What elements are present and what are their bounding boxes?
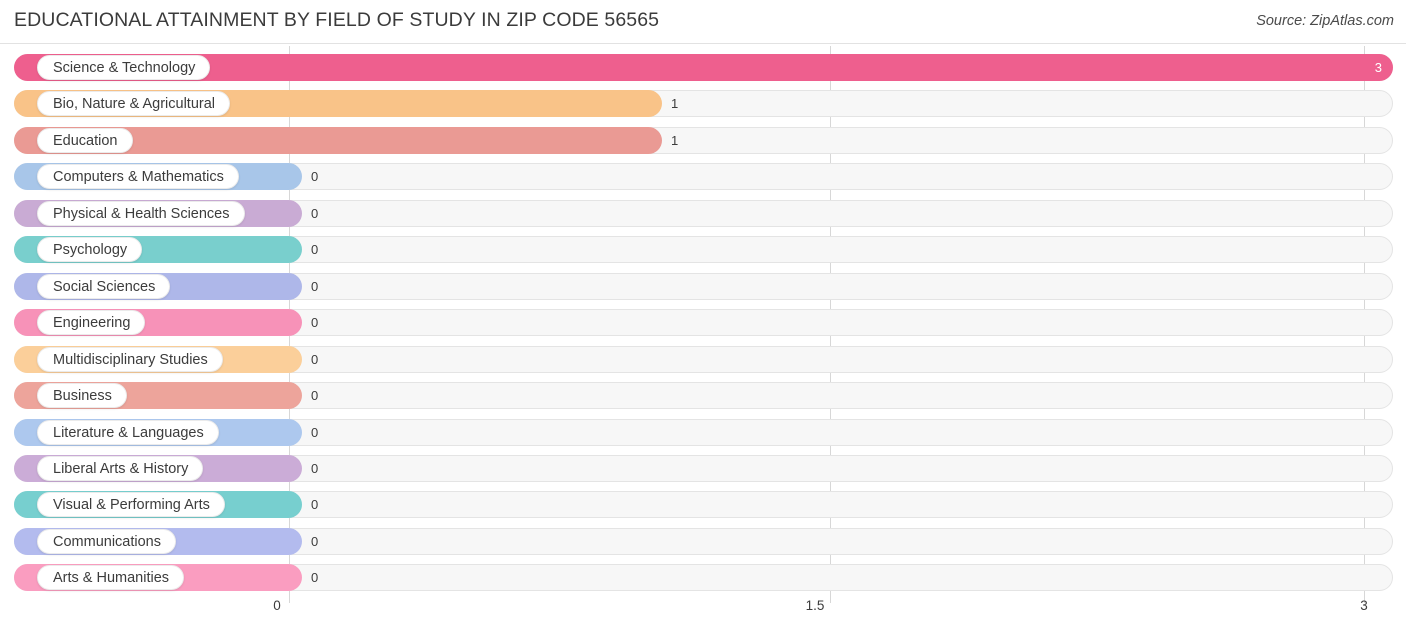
chart-header: EDUCATIONAL ATTAINMENT BY FIELD OF STUDY… [0,0,1406,44]
category-label[interactable]: Multidisciplinary Studies [37,346,223,372]
x-tick-label-0: 0 [273,598,281,613]
category-label[interactable]: Physical & Health Sciences [37,200,245,226]
category-label[interactable]: Computers & Mathematics [37,164,239,190]
table-row[interactable]: 0 Multidisciplinary Studies [14,345,1393,373]
category-label[interactable]: Communications [37,528,176,554]
x-axis: 0 1.5 3 [0,598,1406,631]
category-label[interactable]: Literature & Languages [37,419,219,445]
category-label[interactable]: Liberal Arts & History [37,455,204,481]
bar[interactable] [14,54,1393,81]
table-row[interactable]: 0 Social Sciences [14,272,1393,300]
bar-value-label: 0 [311,460,319,476]
bar-value-label: 0 [311,242,319,258]
bar-value-label: 0 [311,570,319,586]
table-row[interactable]: 0 Physical & Health Sciences [14,199,1393,227]
table-row[interactable]: 0 Computers & Mathematics [14,163,1393,191]
category-label[interactable]: Engineering [37,310,146,336]
table-row[interactable]: 0 Psychology [14,236,1393,264]
bar-value-label: 0 [311,497,319,513]
table-row[interactable]: 0 Communications [14,527,1393,555]
page-title: EDUCATIONAL ATTAINMENT BY FIELD OF STUDY… [14,9,660,31]
table-row[interactable]: 1 Bio, Nature & Agricultural [14,90,1393,118]
category-label[interactable]: Bio, Nature & Agricultural [37,91,230,117]
table-row[interactable]: 0 Liberal Arts & History [14,454,1393,482]
bar-value-label: 1 [671,132,679,148]
table-row[interactable]: 0 Literature & Languages [14,418,1393,446]
bar-value-label: 3 [1374,60,1382,75]
x-tick-label-1: 1.5 [805,598,825,613]
plot-area: 3 Science & Technology 1 Bio, Nature & Agri… [0,46,1406,603]
category-label[interactable]: Science & Technology [37,55,211,80]
bar-value-label: 0 [311,278,319,294]
bar-value-label: 0 [311,388,319,404]
bar-value-label: 0 [311,205,319,221]
bar-value-label: 0 [311,424,319,440]
category-label[interactable]: Education [37,127,133,153]
table-row[interactable]: 0 Business [14,382,1393,410]
source-attribution: Source: ZipAtlas.com [1256,13,1394,29]
bar-value-label: 0 [311,169,319,185]
bar-value-label: 0 [311,315,319,331]
bar-rows: 3 Science & Technology 1 Bio, Nature & Agri… [0,46,1406,603]
table-row[interactable]: 0 Visual & Performing Arts [14,491,1393,519]
category-label[interactable]: Business [37,383,127,409]
bar-value-label: 0 [311,533,319,549]
table-row[interactable]: 0 Engineering [14,309,1393,337]
category-label[interactable]: Psychology [37,237,143,263]
table-row[interactable]: 0 Arts & Humanities [14,564,1393,592]
table-row[interactable]: 3 Science & Technology [14,54,1393,81]
header-divider [0,43,1406,44]
category-label[interactable]: Social Sciences [37,273,171,299]
category-label[interactable]: Visual & Performing Arts [37,492,225,518]
category-label[interactable]: Arts & Humanities [37,565,185,591]
x-tick-label-2: 3 [1360,598,1368,613]
table-row[interactable]: 1 Education [14,126,1393,154]
bar-value-label: 0 [311,351,319,367]
bar-value-label: 1 [671,96,679,112]
chart-page: EDUCATIONAL ATTAINMENT BY FIELD OF STUDY… [0,0,1406,631]
